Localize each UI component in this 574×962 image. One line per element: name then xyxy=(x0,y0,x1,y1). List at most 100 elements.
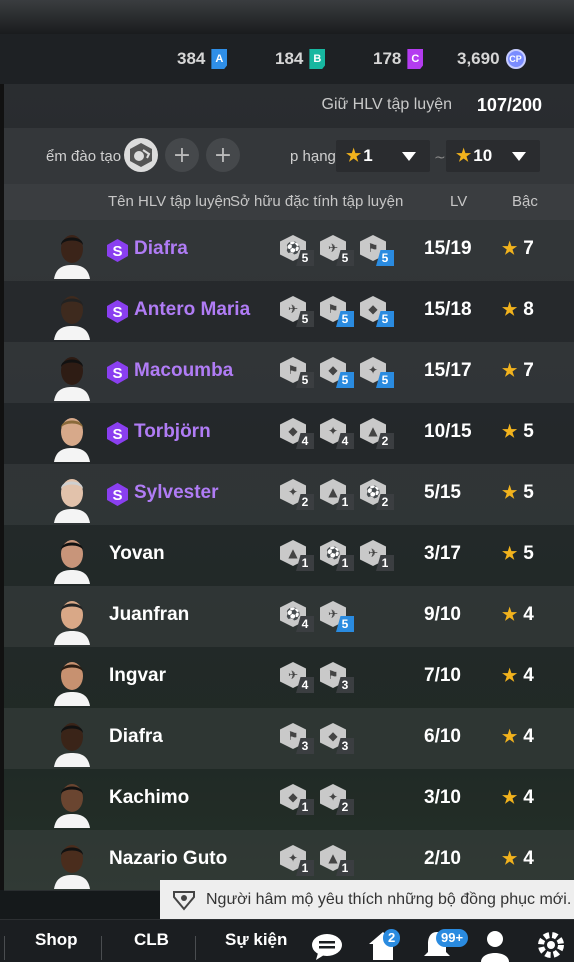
filter-bar: ểm đào tạo + + p hạng ★ 1 ~ ★ 10 xyxy=(4,128,574,184)
trait-badge[interactable]: ▲ 2 xyxy=(360,418,396,450)
header-traits[interactable]: Sở hữu đặc tính tập luyện xyxy=(230,193,403,210)
trait-badge[interactable]: ⚑ 5 xyxy=(360,235,396,267)
hold-label: Giữ HLV tập luyện xyxy=(321,96,452,113)
trait-badge[interactable]: ▲ 1 xyxy=(280,540,316,572)
trait-badge[interactable]: ▲ 1 xyxy=(320,845,356,877)
add-training-slot-3[interactable]: + xyxy=(206,138,240,172)
rank-value: 4 xyxy=(523,726,534,747)
trait-badge[interactable]: ✦ 4 xyxy=(320,418,356,450)
coach-traits: ✈ 5 ⚑ 5 ◆ 5 xyxy=(280,296,396,328)
trait-badge[interactable]: ⚑ 3 xyxy=(280,723,316,755)
coach-row[interactable]: S Torbjörn ◆ 4 ✦ 4 ▲ 2 10/15 ★ 5 xyxy=(4,403,574,464)
top-strip xyxy=(0,0,574,34)
coach-row[interactable]: S Antero Maria ✈ 5 ⚑ 5 ◆ 5 15/18 ★ 8 xyxy=(4,281,574,342)
star-icon: ★ xyxy=(502,605,518,624)
rank-separator: ~ xyxy=(434,150,446,166)
coach-row[interactable]: S Macoumba ⚑ 5 ◆ 5 ✦ 5 15/17 ★ 7 xyxy=(4,342,574,403)
trait-badge[interactable]: ◆ 1 xyxy=(280,784,316,816)
svg-text:S: S xyxy=(112,365,122,382)
plus-icon: + xyxy=(172,142,192,168)
coach-row[interactable]: Ingvar ✈ 4 ⚑ 3 7/10 ★ 4 xyxy=(4,647,574,708)
coach-row[interactable]: Kachimo ◆ 1 ✦ 2 3/10 ★ 4 xyxy=(4,769,574,830)
coach-traits: ⚑ 3 ◆ 3 xyxy=(280,723,356,755)
svg-text:S: S xyxy=(112,243,122,260)
trait-badge[interactable]: ⚽ 1 xyxy=(320,540,356,572)
trait-badge[interactable]: ✈ 5 xyxy=(280,296,316,328)
dropdown-arrow-icon xyxy=(402,152,416,161)
currency-b-icon: B xyxy=(309,49,326,69)
trait-badge[interactable]: ✈ 5 xyxy=(320,601,356,633)
trait-badge[interactable]: ✦ 1 xyxy=(280,845,316,877)
max-rank-value: 10 xyxy=(473,146,493,165)
chat-icon[interactable] xyxy=(310,928,344,962)
coach-traits: ⚽ 4 ✈ 5 xyxy=(280,601,356,633)
hold-counter: Giữ HLV tập luyện 107/200 xyxy=(4,84,574,128)
min-rank-select[interactable]: ★ 1 xyxy=(336,140,430,172)
trait-badge[interactable]: ✦ 5 xyxy=(360,357,396,389)
star-icon: ★ xyxy=(502,666,518,685)
trait-badge[interactable]: ▲ 1 xyxy=(320,479,356,511)
coach-level: 15/17 xyxy=(424,360,472,381)
coach-name: Juanfran xyxy=(109,604,190,625)
rank-value: 4 xyxy=(523,787,534,808)
rank-value: 4 xyxy=(523,848,534,869)
trait-badge[interactable]: ⚑ 3 xyxy=(320,662,356,694)
coach-traits: ✦ 1 ▲ 1 xyxy=(280,845,356,877)
max-rank-select[interactable]: ★ 10 xyxy=(446,140,540,172)
coach-traits: ⚑ 5 ◆ 5 ✦ 5 xyxy=(280,357,396,389)
nav-events[interactable]: Sự kiện xyxy=(225,930,287,950)
star-icon: ★ xyxy=(502,361,518,380)
coach-avatar xyxy=(52,534,92,584)
trait-badge[interactable]: ◆ 5 xyxy=(320,357,356,389)
rank-value: 5 xyxy=(523,482,534,503)
star-icon: ★ xyxy=(502,483,518,502)
trait-badge[interactable]: ⚑ 5 xyxy=(280,357,316,389)
trait-badge[interactable]: ✈ 4 xyxy=(280,662,316,694)
coach-avatar xyxy=(52,839,92,889)
trait-badge[interactable]: ◆ 3 xyxy=(320,723,356,755)
coach-name: Nazario Guto xyxy=(109,848,228,869)
header-name[interactable]: Tên HLV tập luyện xyxy=(108,193,231,210)
coach-name: Sylvester xyxy=(134,482,219,503)
nav-club[interactable]: CLB xyxy=(134,930,169,950)
trait-badge[interactable]: ✦ 2 xyxy=(280,479,316,511)
coach-name: Ingvar xyxy=(109,665,167,686)
coach-name: Antero Maria xyxy=(134,299,251,320)
coach-row[interactable]: Diafra ⚑ 3 ◆ 3 6/10 ★ 4 xyxy=(4,708,574,769)
coach-row[interactable]: S Sylvester ✦ 2 ▲ 1 ⚽ 2 5/15 ★ 5 xyxy=(4,464,574,525)
star-icon: ★ xyxy=(502,422,518,441)
trait-badge[interactable]: ◆ 4 xyxy=(280,418,316,450)
coach-row[interactable]: Yovan ▲ 1 ⚽ 1 ✈ 1 3/17 ★ 5 xyxy=(4,525,574,586)
rank-value: 4 xyxy=(523,665,534,686)
trait-badge[interactable]: ✦ 2 xyxy=(320,784,356,816)
nav-shop[interactable]: Shop xyxy=(35,930,78,950)
coach-avatar xyxy=(52,290,92,340)
currency-c-icon: C xyxy=(407,49,424,69)
currency-c-value: 178 xyxy=(373,49,402,68)
trait-badge[interactable]: ✈ 1 xyxy=(360,540,396,572)
trait-badge[interactable]: ⚑ 5 xyxy=(320,296,356,328)
training-slot-1[interactable] xyxy=(124,138,158,172)
trait-badge[interactable]: ◆ 5 xyxy=(360,296,396,328)
svg-text:S: S xyxy=(112,426,122,443)
trait-badge[interactable]: ⚽ 5 xyxy=(280,235,316,267)
coach-avatar xyxy=(52,778,92,828)
coach-name: Yovan xyxy=(109,543,165,564)
trait-badge[interactable]: ✈ 5 xyxy=(320,235,356,267)
currency-cp: 3,690 CP xyxy=(457,48,526,70)
coach-row[interactable]: S Diafra ⚽ 5 ✈ 5 ⚑ 5 15/19 ★ 7 xyxy=(4,220,574,281)
coach-rank: ★ 7 xyxy=(502,238,534,260)
dropdown-arrow-icon xyxy=(512,152,526,161)
coach-name: Torbjörn xyxy=(134,421,211,442)
trait-badge[interactable]: ⚽ 2 xyxy=(360,479,396,511)
profile-icon[interactable] xyxy=(478,928,512,962)
header-lv[interactable]: LV xyxy=(450,193,467,210)
special-badge-icon: S xyxy=(107,300,128,323)
header-rank[interactable]: Bậc xyxy=(512,193,538,210)
notification-toast[interactable]: Người hâm mộ yêu thích những bộ đồng phụ… xyxy=(160,880,574,919)
coach-level: 2/10 xyxy=(424,848,461,869)
add-training-slot-2[interactable]: + xyxy=(165,138,199,172)
trait-badge[interactable]: ⚽ 4 xyxy=(280,601,316,633)
coach-row[interactable]: Juanfran ⚽ 4 ✈ 5 9/10 ★ 4 xyxy=(4,586,574,647)
settings-gear-icon[interactable] xyxy=(534,928,568,962)
